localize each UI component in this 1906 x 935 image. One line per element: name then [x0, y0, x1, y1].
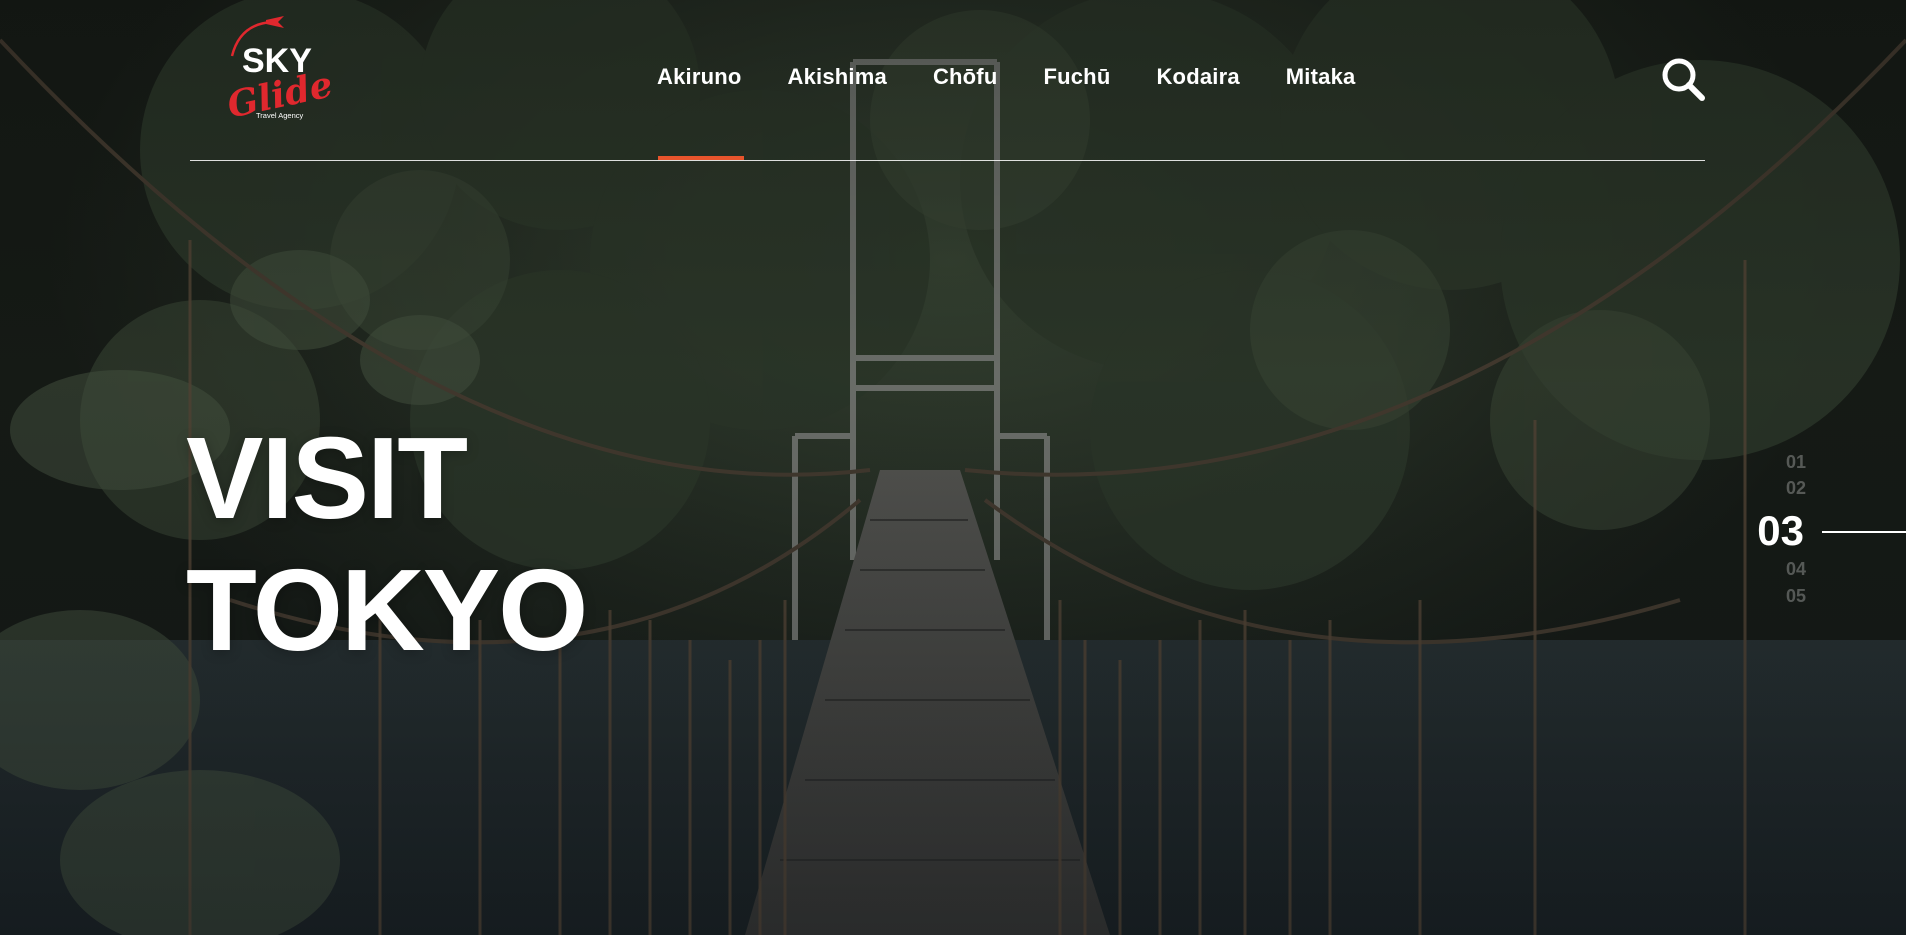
active-nav-indicator — [658, 156, 744, 160]
nav-item-fuchu[interactable]: Fuchū — [1043, 64, 1110, 90]
slide-number-04[interactable]: 04 — [1786, 559, 1806, 580]
hero-title-line-1: VISIT — [186, 413, 468, 543]
main-nav: Akiruno Akishima Chōfu Fuchū Kodaira Mit… — [657, 64, 1355, 90]
hero-title-line-2: TOKYO — [186, 545, 588, 675]
nav-item-mitaka[interactable]: Mitaka — [1286, 64, 1356, 90]
nav-item-chofu[interactable]: Chōfu — [933, 64, 998, 90]
nav-item-akiruno[interactable]: Akiruno — [657, 64, 742, 90]
slide-number-03-current[interactable]: 03 — [1757, 507, 1804, 555]
search-icon — [1662, 58, 1705, 101]
nav-item-akishima[interactable]: Akishima — [788, 64, 887, 90]
slide-number-05[interactable]: 05 — [1786, 586, 1806, 607]
hero-title: VISIT TOKYO — [186, 412, 588, 676]
slide-pager: 01 02 03 04 05 — [1740, 452, 1906, 612]
logo-mark: SKY Glide Travel Agency — [226, 16, 336, 127]
search-button[interactable] — [1660, 56, 1706, 102]
nav-item-kodaira[interactable]: Kodaira — [1156, 64, 1239, 90]
current-slide-line — [1822, 531, 1906, 533]
logo-tagline: Travel Agency — [256, 111, 303, 120]
slide-number-01[interactable]: 01 — [1786, 452, 1806, 473]
header-divider — [190, 160, 1705, 161]
slide-number-02[interactable]: 02 — [1786, 478, 1806, 499]
skyglide-logo[interactable]: SKY Glide Travel Agency — [226, 14, 340, 134]
